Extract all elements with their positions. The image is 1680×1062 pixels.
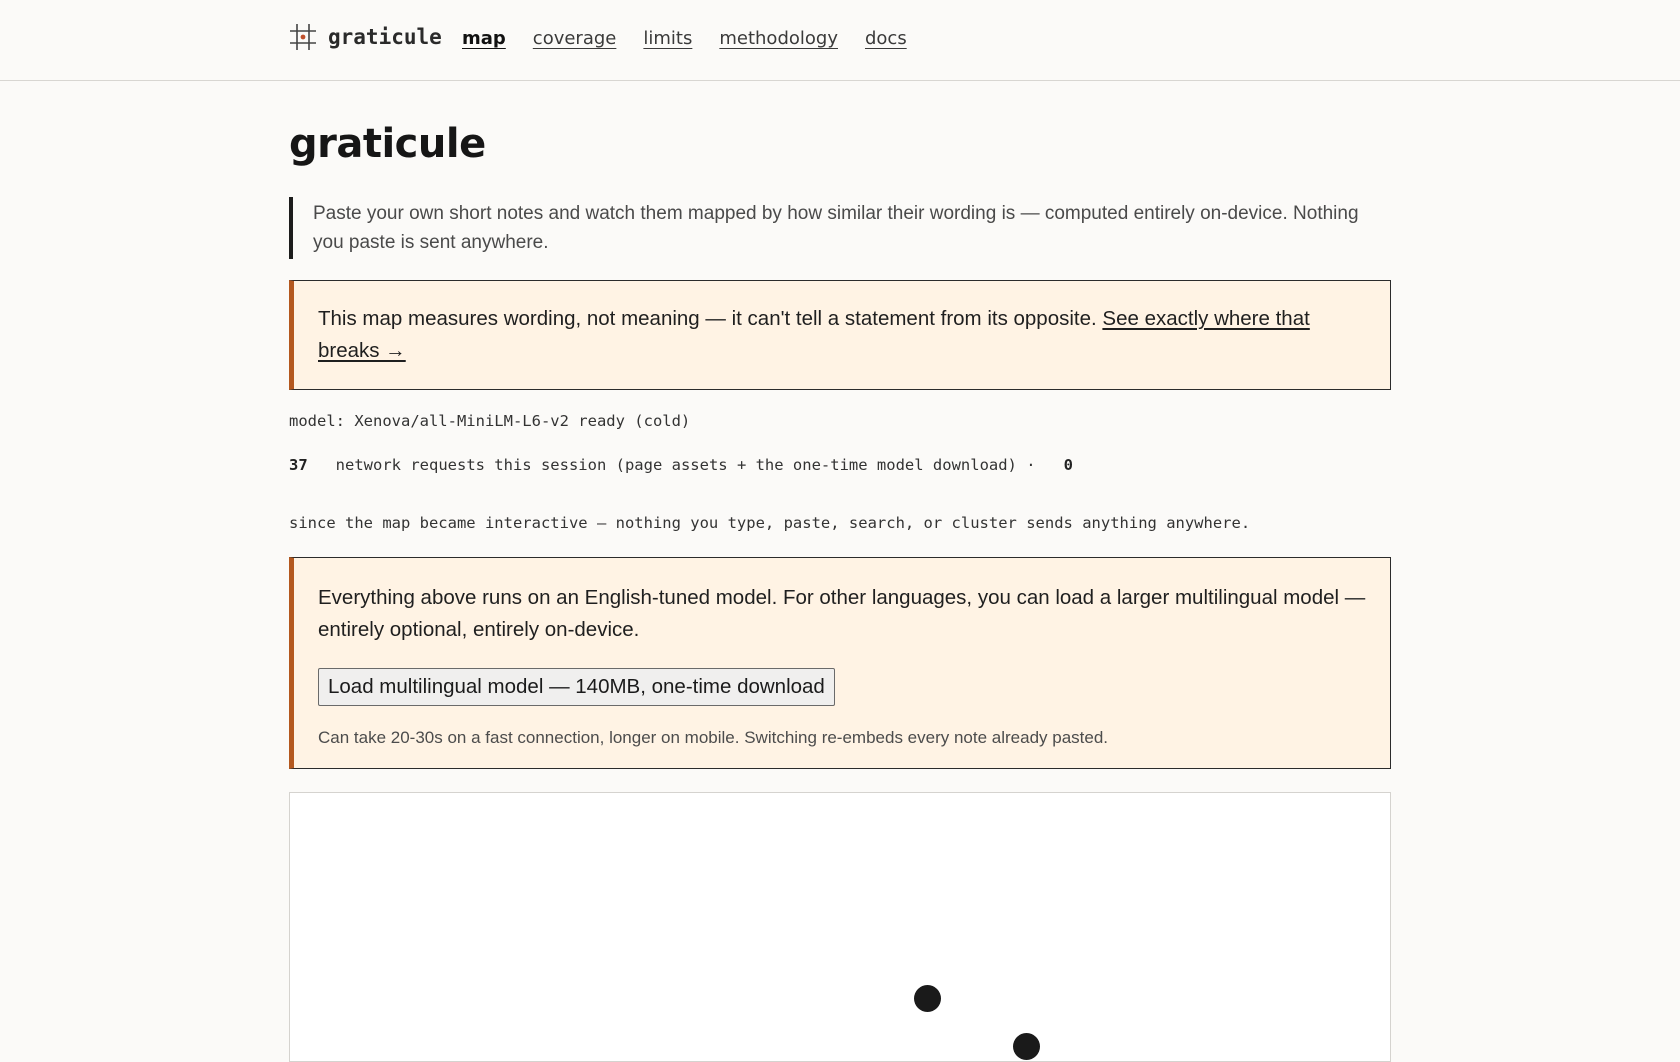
nav-limits[interactable]: limits: [643, 28, 692, 49]
multilingual-note: Can take 20-30s on a fast connection, lo…: [318, 728, 1109, 747]
interactive-request-count: 0: [1063, 456, 1073, 474]
request-count: 37: [289, 456, 308, 474]
brand-name: graticule: [328, 25, 442, 49]
wording-warning-callout: This map measures wording, not meaning —…: [289, 280, 1391, 390]
lede-quote: Paste your own short notes and watch the…: [289, 197, 1391, 259]
load-multilingual-button[interactable]: Load multilingual model — 140MB, one-tim…: [318, 668, 835, 706]
nav-coverage[interactable]: coverage: [533, 28, 617, 49]
map-point[interactable]: [914, 985, 941, 1012]
main-content: graticule Paste your own short notes and…: [289, 81, 1391, 769]
multilingual-text: Everything above runs on an English-tune…: [318, 586, 1366, 641]
similarity-map[interactable]: [289, 792, 1391, 1062]
network-request-status: 37 network requests this session (page a…: [289, 456, 1391, 474]
wording-warning-text: This map measures wording, not meaning —…: [318, 307, 1103, 330]
model-status: model: Xenova/all-MiniLM-L6-v2 ready (co…: [289, 412, 691, 430]
brand[interactable]: graticule: [288, 22, 442, 52]
page-title: graticule: [289, 121, 486, 167]
privacy-status: since the map became interactive — nothi…: [289, 514, 1251, 532]
request-text: network requests this session (page asse…: [335, 456, 1036, 474]
nav-methodology[interactable]: methodology: [719, 28, 838, 49]
graticule-grid-icon: [290, 24, 316, 50]
nav-docs[interactable]: docs: [865, 28, 907, 49]
top-bar: graticule map coverage limits methodolog…: [0, 0, 1680, 81]
main-nav: map coverage limits methodology docs: [462, 28, 907, 49]
map-point[interactable]: [1013, 1033, 1040, 1060]
multilingual-callout: Everything above runs on an English-tune…: [289, 557, 1391, 769]
nav-map[interactable]: map: [462, 28, 506, 49]
